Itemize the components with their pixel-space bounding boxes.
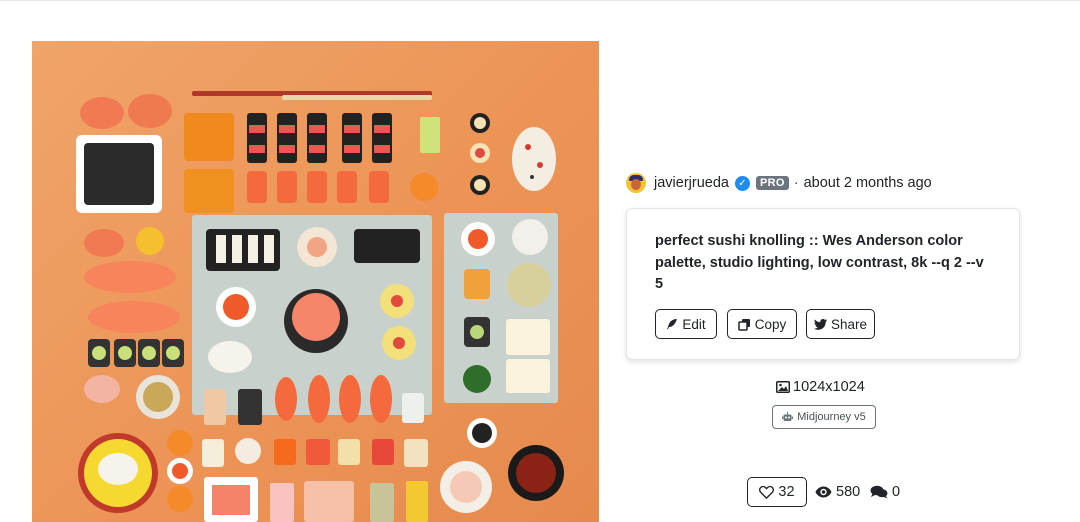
avatar[interactable] [626,173,646,193]
twitter-icon [813,318,827,330]
robot-icon [782,412,794,422]
heart-icon [759,485,775,499]
post-time: about 2 months ago [803,175,932,191]
comment-count: 0 [892,484,901,500]
dimensions-text: 1024x1024 [793,379,865,395]
verified-check-icon: ✓ [734,175,750,191]
model-badge[interactable]: Midjourney v5 [772,405,876,429]
feather-icon [666,318,678,330]
separator: · [793,175,799,191]
edit-button[interactable]: Edit [655,309,717,339]
model-label: Midjourney v5 [797,411,866,423]
share-button[interactable]: Share [806,309,875,339]
image-dimensions: 1024x1024 [776,378,865,396]
author-row: javierjrueda ✓ PRO · about 2 months ago [626,173,932,193]
top-border [0,0,1080,1]
copy-button[interactable]: Copy [727,309,797,339]
view-count-group: 580 [815,483,860,501]
edit-label: Edit [682,316,706,332]
share-label: Share [830,316,868,332]
prompt-card: perfect sushi knolling :: Wes Anderson c… [626,208,1020,360]
like-count: 32 [778,484,795,500]
view-count: 580 [836,484,861,500]
prompt-text: perfect sushi knolling :: Wes Anderson c… [655,233,984,292]
author-name[interactable]: javierjrueda [654,175,729,191]
chat-icon [870,485,888,499]
generated-image[interactable] [32,41,599,522]
image-icon [776,381,790,393]
eye-icon [815,486,832,498]
copy-label: Copy [754,316,787,332]
copy-icon [737,318,751,331]
like-button[interactable]: 32 [747,477,807,507]
comment-count-group: 0 [870,483,900,501]
pro-badge: PRO [755,176,789,190]
sushi-knolling-illustration [76,91,564,522]
